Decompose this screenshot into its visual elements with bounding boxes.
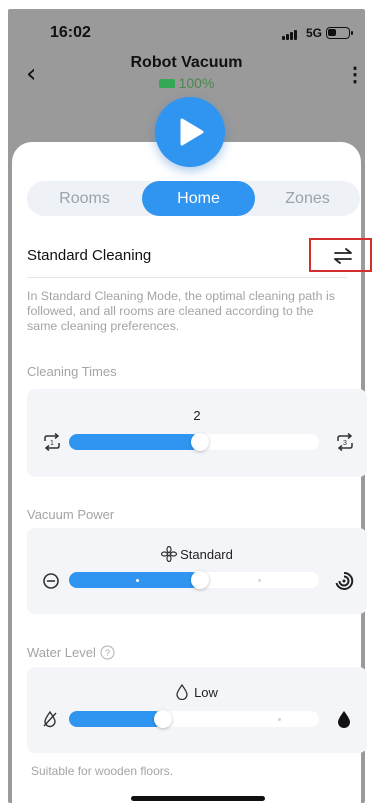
vacuum-power-value-row: Standard bbox=[27, 545, 367, 563]
switch-mode-button[interactable] bbox=[309, 238, 372, 272]
vacuum-power-card: Standard bbox=[27, 528, 367, 614]
home-indicator bbox=[131, 796, 265, 801]
cleaning-times-label: Cleaning Times bbox=[27, 364, 117, 379]
cleaning-times-thumb[interactable] bbox=[191, 433, 209, 451]
svg-text:?: ? bbox=[105, 648, 110, 658]
water-off-icon bbox=[43, 710, 57, 728]
page-title: Robot Vacuum bbox=[130, 54, 243, 71]
water-level-value: Low bbox=[194, 685, 218, 700]
repeat-max-text: 3 bbox=[343, 440, 347, 447]
water-level-card: Low bbox=[27, 667, 367, 753]
water-full-icon bbox=[338, 711, 350, 728]
vacuum-power-label: Vacuum Power bbox=[27, 507, 115, 522]
water-level-thumb[interactable] bbox=[154, 710, 172, 728]
status-time: 16:02 bbox=[50, 24, 91, 41]
vacuum-power-fill bbox=[69, 572, 200, 588]
water-level-slider[interactable] bbox=[69, 710, 319, 728]
tab-zones[interactable]: Zones bbox=[255, 181, 360, 216]
water-drop-icon bbox=[176, 683, 188, 701]
info-icon[interactable]: ? bbox=[100, 645, 115, 660]
water-level-value-row: Low bbox=[27, 683, 367, 701]
slider-step-dot bbox=[278, 718, 281, 721]
repeat-max-icon: 3 bbox=[337, 433, 353, 451]
status-bar: 16:02 5G bbox=[8, 9, 365, 55]
mode-tabs: Rooms Home Zones bbox=[27, 181, 360, 216]
network-label: 5G bbox=[306, 26, 323, 40]
water-level-label-row: Water Level ? bbox=[27, 645, 115, 660]
mode-description: In Standard Cleaning Mode, the optimal c… bbox=[27, 289, 335, 333]
slider-step-dot bbox=[258, 579, 261, 582]
cleaning-times-value: 2 bbox=[193, 408, 201, 423]
water-level-fill bbox=[69, 711, 163, 727]
repeat-min-text: 1 bbox=[50, 440, 54, 447]
suction-low-icon bbox=[43, 573, 59, 589]
tab-home[interactable]: Home bbox=[142, 181, 255, 216]
swap-icon bbox=[334, 248, 352, 264]
vacuum-power-value: Standard bbox=[180, 547, 233, 562]
vacuum-power-slider[interactable] bbox=[69, 571, 319, 589]
fan-icon bbox=[161, 545, 178, 563]
water-level-label: Water Level bbox=[27, 645, 96, 660]
slider-step-dot bbox=[136, 579, 139, 582]
cleaning-times-slider[interactable] bbox=[69, 433, 319, 451]
battery-status-icon bbox=[326, 27, 353, 39]
battery-icon bbox=[158, 78, 175, 88]
play-icon bbox=[180, 118, 204, 146]
battery-percent: 100% bbox=[178, 75, 215, 91]
divider bbox=[27, 277, 347, 278]
signal-icon bbox=[282, 30, 300, 40]
cleaning-times-card: 2 1 3 bbox=[27, 389, 367, 477]
device-battery: 100% bbox=[8, 75, 365, 91]
play-button[interactable] bbox=[155, 97, 225, 167]
cleaning-times-fill bbox=[69, 434, 200, 450]
tab-rooms[interactable]: Rooms bbox=[27, 181, 142, 216]
more-icon[interactable]: ⋮ bbox=[345, 63, 365, 87]
vacuum-power-thumb[interactable] bbox=[191, 571, 209, 589]
suction-max-icon bbox=[335, 571, 354, 590]
water-level-note: Suitable for wooden floors. bbox=[31, 764, 174, 778]
mode-title: Standard Cleaning bbox=[27, 247, 152, 264]
repeat-icon: 1 bbox=[44, 433, 60, 451]
